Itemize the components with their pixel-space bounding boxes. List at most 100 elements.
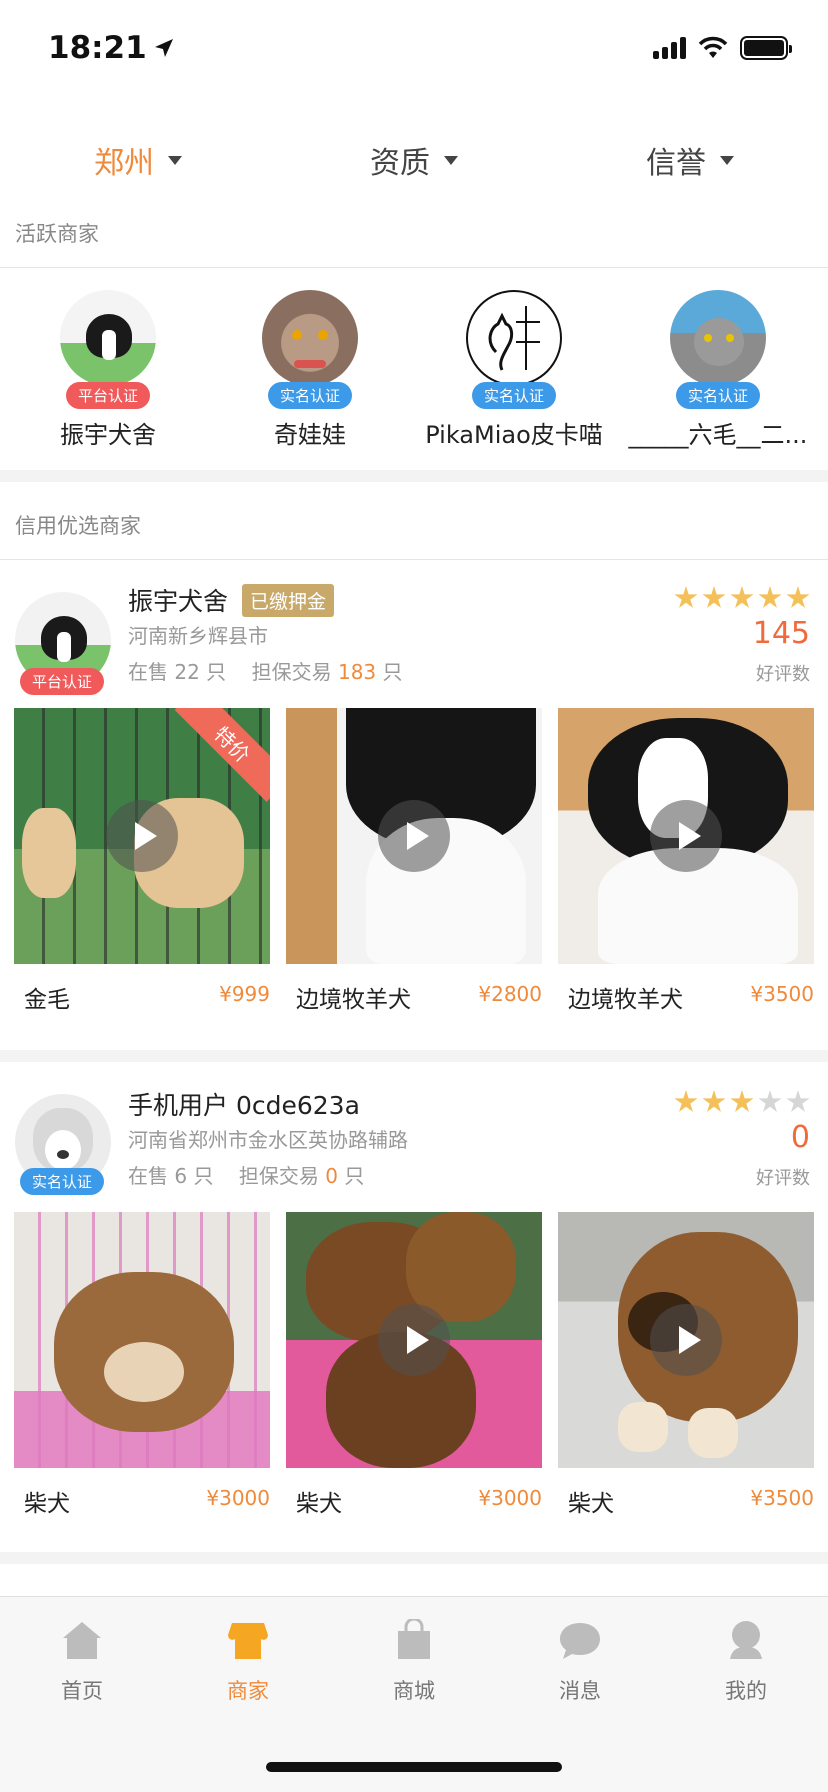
on-sale-prefix: 在售 bbox=[128, 1164, 168, 1188]
product-thumbnail[interactable] bbox=[558, 708, 814, 964]
merchant-card[interactable]: 平台认证 振宇犬舍 已缴押金 河南新乡辉县市 在售 22 只 担保交易 183 … bbox=[0, 560, 828, 1040]
product-name: 边境牧羊犬 bbox=[296, 987, 411, 1013]
platform-cert-badge: 平台认证 bbox=[20, 668, 105, 695]
play-icon[interactable] bbox=[106, 800, 178, 872]
divider bbox=[0, 267, 828, 268]
product-card[interactable]: 柴犬 ¥3000 bbox=[286, 1212, 542, 1517]
tab-profile[interactable]: 我的 bbox=[686, 1619, 806, 1705]
clock-text: 18:21 bbox=[48, 30, 147, 66]
play-icon[interactable] bbox=[378, 800, 450, 872]
avatar bbox=[262, 290, 358, 386]
merchant-card[interactable]: 实名认证 手机用户 0cde623a 河南省郑州市金水区英协路辅路 在售 6 只… bbox=[0, 1064, 828, 1544]
avatar bbox=[670, 290, 766, 386]
on-sale-unit: 只 bbox=[206, 660, 227, 684]
filter-qualification[interactable]: 资质 bbox=[276, 120, 552, 200]
product-thumbnail[interactable] bbox=[14, 1212, 270, 1468]
product-thumbnail[interactable] bbox=[286, 708, 542, 964]
merchant-stats: 在售 6 只 担保交易 0 只 bbox=[128, 1160, 364, 1189]
product-card[interactable]: 柴犬 ¥3000 bbox=[14, 1212, 270, 1517]
deposit-tag: 已缴押金 bbox=[242, 583, 335, 617]
product-thumbnail[interactable] bbox=[558, 1212, 814, 1468]
product-price: ¥3500 bbox=[750, 982, 814, 1006]
section-gap bbox=[0, 1552, 828, 1564]
star-icon bbox=[786, 586, 810, 608]
tab-merchants[interactable]: 商家 bbox=[188, 1619, 308, 1705]
battery-icon bbox=[740, 36, 792, 60]
status-icons bbox=[653, 36, 792, 60]
rating-stars bbox=[674, 1090, 810, 1114]
status-bar: 18:21 bbox=[0, 0, 828, 100]
merchant-name: 手机用户 0cde623a bbox=[128, 1091, 360, 1120]
tab-mall[interactable]: 商城 bbox=[354, 1617, 474, 1705]
product-name: 边境牧羊犬 bbox=[568, 987, 683, 1013]
product-price: ¥3500 bbox=[750, 1486, 814, 1510]
play-icon[interactable] bbox=[650, 1304, 722, 1376]
tab-messages[interactable]: 消息 bbox=[520, 1619, 640, 1705]
section-gap bbox=[0, 470, 828, 482]
profile-icon bbox=[730, 1621, 762, 1659]
product-name: 金毛 bbox=[24, 987, 70, 1013]
star-icon bbox=[730, 586, 754, 608]
product-card[interactable]: 边境牧羊犬 ¥2800 bbox=[286, 708, 542, 1013]
filter-qualification-label: 资质 bbox=[370, 146, 430, 181]
product-name: 柴犬 bbox=[568, 1491, 614, 1517]
product-card[interactable]: 边境牧羊犬 ¥3500 bbox=[558, 708, 814, 1013]
merchant-address: 河南新乡辉县市 bbox=[128, 624, 268, 648]
caret-down-icon bbox=[720, 155, 734, 165]
home-icon bbox=[63, 1622, 101, 1659]
guarantee-unit: 只 bbox=[344, 1164, 365, 1188]
bag-icon bbox=[398, 1617, 430, 1659]
active-merchant-item[interactable]: 平台认证 振宇犬舍 bbox=[8, 290, 208, 450]
cat-logo-icon bbox=[488, 306, 540, 371]
star-icon bbox=[674, 586, 698, 608]
tab-home-label: 首页 bbox=[61, 1679, 103, 1703]
on-sale-count: 22 bbox=[174, 660, 200, 684]
tab-home[interactable]: 首页 bbox=[22, 1619, 142, 1705]
product-card[interactable]: 柴犬 ¥3500 bbox=[558, 1212, 814, 1517]
rating-stars bbox=[674, 586, 810, 610]
merchant-name: 奇娃娃 bbox=[274, 421, 346, 449]
star-icon bbox=[758, 586, 782, 608]
product-thumbnail[interactable] bbox=[286, 1212, 542, 1468]
filter-city[interactable]: 郑州 bbox=[0, 120, 276, 200]
tab-mall-label: 商城 bbox=[393, 1679, 435, 1703]
merchant-name-row: 振宇犬舍 已缴押金 bbox=[128, 582, 335, 618]
product-name: 柴犬 bbox=[296, 1491, 342, 1517]
credit-section-title: 信用优选商家 bbox=[15, 514, 141, 538]
active-merchant-item[interactable]: 实名认证 奇娃娃 bbox=[210, 290, 410, 450]
active-merchant-item[interactable]: 实名认证 PikaMiao皮卡喵 bbox=[414, 290, 614, 450]
product-price: ¥3000 bbox=[206, 1486, 270, 1510]
realname-cert-badge: 实名认证 bbox=[20, 1168, 105, 1195]
product-thumbnail[interactable]: 特价 bbox=[14, 708, 270, 964]
filter-bar: 郑州 资质 信誉 bbox=[0, 120, 828, 200]
active-merchant-item[interactable]: 实名认证 _____六毛__二... bbox=[618, 290, 818, 450]
guarantee-prefix: 担保交易 bbox=[238, 1164, 319, 1188]
play-icon[interactable] bbox=[650, 800, 722, 872]
review-score: 0 bbox=[790, 1120, 810, 1155]
star-icon bbox=[702, 586, 726, 608]
tab-messages-label: 消息 bbox=[559, 1679, 601, 1703]
star-icon bbox=[730, 1090, 754, 1112]
product-card[interactable]: 特价 金毛 ¥999 bbox=[14, 708, 270, 1013]
location-arrow-icon bbox=[154, 39, 173, 57]
star-icon bbox=[786, 1090, 810, 1112]
star-icon bbox=[758, 1090, 782, 1112]
on-sale-count: 6 bbox=[174, 1164, 188, 1188]
review-score: 145 bbox=[752, 616, 810, 651]
merchant-stats: 在售 22 只 担保交易 183 只 bbox=[128, 656, 403, 685]
on-sale-unit: 只 bbox=[193, 1164, 214, 1188]
home-indicator bbox=[266, 1762, 562, 1772]
review-score-label: 好评数 bbox=[756, 1168, 810, 1189]
filter-reputation[interactable]: 信誉 bbox=[552, 120, 828, 200]
star-icon bbox=[702, 1090, 726, 1112]
realname-cert-badge: 实名认证 bbox=[675, 382, 760, 409]
merchant-address: 河南省郑州市金水区英协路辅路 bbox=[128, 1128, 408, 1152]
merchant-name: 振宇犬舍 bbox=[60, 421, 156, 449]
filter-city-label: 郑州 bbox=[94, 146, 154, 181]
product-price: ¥999 bbox=[219, 982, 270, 1006]
chat-icon bbox=[560, 1623, 600, 1659]
avatar bbox=[60, 290, 156, 386]
play-icon[interactable] bbox=[378, 1304, 450, 1376]
product-name: 柴犬 bbox=[24, 1491, 70, 1517]
realname-cert-badge: 实名认证 bbox=[471, 382, 556, 409]
